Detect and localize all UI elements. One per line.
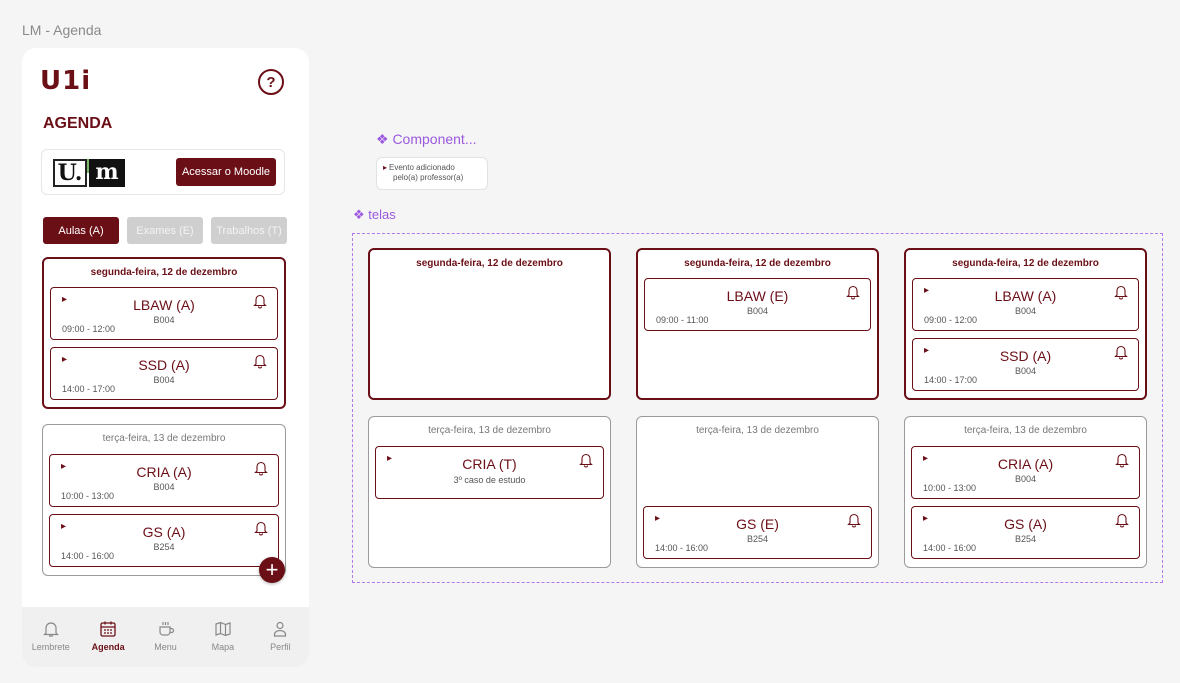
- bell-icon[interactable]: [1114, 344, 1128, 360]
- nav-lembrete[interactable]: Lembrete: [22, 607, 79, 667]
- frame-title: LM - Agenda: [22, 22, 102, 38]
- event-name: CRIA (A): [136, 464, 192, 480]
- event-time: 09:00 - 11:00: [656, 315, 709, 325]
- screen-card[interactable]: terça-feira, 13 de dezembro ▸ CRIA (A) B…: [904, 416, 1147, 568]
- map-icon: [215, 621, 231, 637]
- event-card[interactable]: ▸ LBAW (A) B004 09:00 - 12:00: [50, 287, 278, 340]
- event-name: SSD (A): [999, 348, 1052, 364]
- event-time: 14:00 - 17:00: [924, 375, 978, 385]
- day-title: segunda-feira, 12 de dezembro: [90, 267, 238, 278]
- event-time: 14:00 - 16:00: [61, 551, 115, 561]
- logo-m: m: [89, 159, 125, 187]
- bell-icon[interactable]: [253, 293, 267, 309]
- event-time: 09:00 - 12:00: [924, 315, 978, 325]
- bell-icon[interactable]: [1114, 284, 1128, 300]
- moodle-button[interactable]: Acessar o Moodle: [176, 158, 276, 186]
- day-title: terça-feira, 13 de dezembro: [964, 425, 1087, 436]
- day-title: segunda-feira, 12 de dezembro: [952, 258, 1099, 269]
- nav-label: Perfil: [270, 642, 291, 652]
- bell-icon[interactable]: [1115, 452, 1129, 468]
- component-line1: Evento adicionado: [389, 163, 455, 172]
- bell-icon[interactable]: [846, 284, 860, 300]
- day-title: terça-feira, 13 de dezembro: [428, 425, 551, 436]
- event-name: GS (E): [736, 516, 779, 532]
- event-time: 14:00 - 16:00: [923, 543, 977, 553]
- bell-icon[interactable]: [1115, 512, 1129, 528]
- day-title: segunda-feira, 12 de dezembro: [684, 258, 831, 269]
- event-card[interactable]: ▸ CRIA (A) B004 10:00 - 13:00: [911, 446, 1140, 499]
- filter-tabs: Aulas (A) Exames (E) Trabalhos (T): [43, 217, 287, 244]
- screen-card[interactable]: terça-feira, 13 de dezembro ▸ CRIA (T) 3…: [368, 416, 611, 568]
- event-card[interactable]: ▸ CRIA (T) 3º caso de estudo: [375, 446, 604, 499]
- nav-menu[interactable]: Menu: [137, 607, 194, 667]
- event-name: LBAW (A): [133, 297, 195, 313]
- coffee-icon: [158, 622, 174, 636]
- event-card[interactable]: ▸ GS (A) B254 14:00 - 16:00: [49, 514, 279, 567]
- event-card[interactable]: ▸ SSD (A) B004 14:00 - 17:00: [912, 338, 1139, 391]
- help-icon[interactable]: ?: [258, 69, 284, 95]
- event-time: 10:00 - 13:00: [923, 483, 977, 493]
- bell-icon[interactable]: [254, 460, 268, 476]
- event-time: 09:00 - 12:00: [62, 324, 116, 334]
- event-time: 14:00 - 16:00: [655, 543, 709, 553]
- screen-card[interactable]: segunda-feira, 12 de dezembro: [368, 248, 611, 400]
- bell-icon[interactable]: [254, 520, 268, 536]
- screen-card[interactable]: segunda-feira, 12 de dezembro ▸ LBAW (A)…: [904, 248, 1147, 400]
- event-card[interactable]: ▸ GS (E) B254 14:00 - 16:00: [643, 506, 872, 559]
- event-time: 14:00 - 17:00: [62, 384, 116, 394]
- user-icon: [274, 621, 287, 637]
- app-logo: U1i: [40, 66, 92, 96]
- event-name: LBAW (E): [726, 288, 789, 304]
- moodle-card: U. m Acessar o Moodle: [41, 149, 285, 195]
- component-line2: pelo(a) professor(a): [393, 173, 464, 182]
- flag-icon: ▸: [383, 163, 388, 172]
- tab-exames[interactable]: Exames (E): [127, 217, 203, 244]
- day-card: terça-feira, 13 de dezembro ▸ CRIA (A) B…: [42, 424, 286, 576]
- nav-mapa[interactable]: Mapa: [194, 607, 251, 667]
- event-name: CRIA (A): [997, 456, 1054, 472]
- event-card[interactable]: ▸ GS (A) B254 14:00 - 16:00: [911, 506, 1140, 559]
- tab-trabalhos[interactable]: Trabalhos (T): [211, 217, 287, 244]
- event-room: 3º caso de estudo: [453, 475, 526, 485]
- event-name: GS (A): [1004, 516, 1047, 532]
- component-card[interactable]: ▸ Evento adicionado pelo(a) professor(a): [376, 157, 488, 190]
- nav-label: Agenda: [91, 642, 125, 652]
- bell-icon[interactable]: [579, 452, 593, 468]
- nav-agenda[interactable]: Agenda: [79, 607, 136, 667]
- nav-label: Menu: [154, 642, 177, 652]
- bell-icon: [42, 622, 59, 637]
- nav-perfil[interactable]: Perfil: [252, 607, 309, 667]
- tab-aulas[interactable]: Aulas (A): [43, 217, 119, 244]
- page-title: AGENDA: [43, 115, 113, 132]
- day-title: terça-feira, 13 de dezembro: [102, 433, 226, 444]
- screen-card[interactable]: segunda-feira, 12 de dezembro LBAW (E) B…: [636, 248, 879, 400]
- screen-card[interactable]: terça-feira, 13 de dezembro ▸ GS (E) B25…: [636, 416, 879, 568]
- event-name: LBAW (A): [994, 288, 1057, 304]
- calendar-icon: [100, 621, 116, 637]
- bell-icon[interactable]: [253, 353, 267, 369]
- add-button[interactable]: +: [259, 557, 285, 583]
- day-title: segunda-feira, 12 de dezembro: [416, 258, 563, 269]
- day-card: segunda-feira, 12 de dezembro ▸ LBAW (A)…: [42, 257, 286, 409]
- component-title[interactable]: ❖ Component...: [376, 131, 477, 148]
- component-line: ▸ Evento adicionado: [383, 163, 481, 173]
- phone-screen: U1i ? AGENDA U. m Acessar o Moodle Aulas…: [22, 48, 309, 667]
- event-card[interactable]: LBAW (E) B004 09:00 - 11:00: [644, 278, 871, 331]
- university-logo: U. m: [53, 159, 125, 187]
- telas-title[interactable]: ❖ telas: [353, 207, 396, 223]
- logo-u: U.: [53, 159, 87, 187]
- nav-label: Lembrete: [31, 642, 70, 652]
- nav-label: Mapa: [211, 642, 235, 652]
- event-name: GS (A): [142, 524, 186, 540]
- day-title: terça-feira, 13 de dezembro: [696, 425, 819, 436]
- bell-icon[interactable]: [847, 512, 861, 528]
- event-name: SSD (A): [138, 357, 190, 373]
- event-card[interactable]: ▸ LBAW (A) B004 09:00 - 12:00: [912, 278, 1139, 331]
- event-name: CRIA (T): [462, 456, 517, 472]
- bottom-nav: Lembrete Agenda Menu Mapa Perfil: [22, 607, 309, 667]
- event-time: 10:00 - 13:00: [61, 491, 115, 501]
- event-card[interactable]: ▸ SSD (A) B004 14:00 - 17:00: [50, 347, 278, 400]
- event-card[interactable]: ▸ CRIA (A) B004 10:00 - 13:00: [49, 454, 279, 507]
